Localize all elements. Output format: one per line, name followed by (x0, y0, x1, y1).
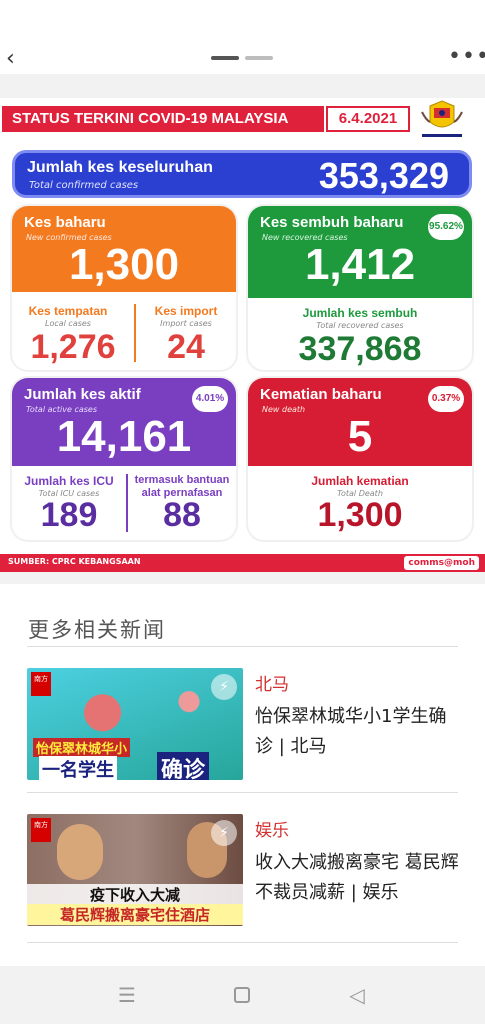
ventilator-value: 88 (163, 496, 201, 534)
thumbnail-caption-3: 确诊 (157, 752, 210, 780)
total-recovered-value: 337,868 (298, 330, 422, 368)
total-recovered-sublabel: Total recovered cases (316, 321, 404, 330)
person-photo-left (57, 824, 103, 880)
local-cases-label: Kes tempatan (28, 304, 108, 318)
page-indicator-active (211, 56, 239, 60)
deaths-header: Kematian baharu New death 0.37% 5 (248, 378, 472, 466)
import-cases-value: 24 (167, 328, 205, 366)
flash-icon: ⚡ (211, 674, 237, 700)
icu-label: Jumlah kes ICU (24, 474, 114, 488)
recovered-header: Kes sembuh baharu New recovered cases 95… (248, 206, 472, 298)
new-cases-header: Kes baharu New confirmed cases 1,300 (12, 206, 236, 292)
chevron-left-icon[interactable]: ‹ (6, 46, 22, 71)
related-news-section: 更多相关新闻 南方 ⚡ 怡保翠林城华小 一名学生 确诊 北马 怡保翠林城华小1学… (0, 584, 485, 966)
covid-infographic: STATUS TERKINI COVID-19 MALAYSIA 6.4.202… (0, 98, 485, 572)
news-category[interactable]: 娱乐 (255, 816, 289, 841)
active-cases-card: Jumlah kes aktif Total active cases 4.01… (12, 378, 236, 540)
deaths-pct-badge: 0.37% (428, 386, 464, 412)
total-cases-label: Jumlah kes keseluruhan (27, 159, 213, 176)
thumbnail-caption-1: 疫下收入大减 (27, 884, 243, 905)
nanfang-logo: 南方 (31, 818, 51, 842)
home-square-icon[interactable] (231, 984, 253, 1006)
item-divider (27, 942, 458, 943)
menu-icon[interactable]: ☰ (116, 984, 138, 1006)
crest-logo (416, 98, 468, 142)
recovered-value: 1,412 (304, 240, 416, 289)
icu-value: 189 (40, 496, 98, 534)
new-cases-card: Kes baharu New confirmed cases 1,300 Kes… (12, 206, 236, 370)
recovered-pct-badge: 95.62% (428, 214, 464, 240)
deaths-card: Kematian baharu New death 0.37% 5 Jumlah… (248, 378, 472, 540)
import-cases-label: Kes import (154, 304, 218, 318)
total-cases-banner: Jumlah kes keseluruhan Total confirmed c… (12, 150, 472, 198)
back-triangle-icon[interactable]: ◁ (346, 984, 368, 1006)
section-title: 更多相关新闻 (28, 618, 166, 642)
active-label: Jumlah kes aktif (24, 386, 141, 403)
item-divider (27, 792, 458, 793)
system-nav-bar: ☰ ◁ (0, 966, 485, 1024)
flash-icon: ⚡ (211, 820, 237, 846)
local-cases-value: 1,276 (30, 328, 116, 366)
total-recovered-label: Jumlah kes sembuh (302, 306, 418, 320)
section-divider (27, 646, 458, 647)
total-deaths-value: 1,300 (317, 496, 403, 534)
source-bar: SUMBER: CPRC KEBANGSAAN comms@moh (0, 554, 485, 572)
top-bar: ‹ ••• (0, 0, 485, 74)
ventilator-label-line1: termasuk bantuan (134, 474, 230, 486)
import-cases-sublabel: Import cases (160, 319, 212, 328)
nanfang-logo: 南方 (31, 672, 51, 696)
news-headline[interactable]: 收入大减搬离豪宅 葛民辉不裁员减薪 | 娱乐 (255, 848, 461, 908)
deaths-value: 5 (347, 412, 373, 461)
active-value: 14,161 (56, 412, 192, 461)
thumbnail-caption-2: 一名学生 (39, 756, 117, 780)
recovered-card: Kes sembuh baharu New recovered cases 95… (248, 206, 472, 370)
total-cases-sublabel: Total confirmed cases (29, 180, 139, 191)
source-text: SUMBER: CPRC KEBANGSAAN (8, 557, 141, 566)
thumbnail-caption-1: 怡保翠林城华小 (33, 738, 131, 757)
infographic-date: 6.4.2021 (326, 106, 410, 132)
recovered-label: Kes sembuh baharu (260, 214, 404, 231)
news-thumbnail[interactable]: 南方 ⚡ 疫下收入大减 葛民辉搬离豪宅住酒店 (27, 814, 243, 926)
news-item[interactable]: 南方 ⚡ 怡保翠林城华小 一名学生 确诊 北马 怡保翠林城华小1学生确诊 | 北… (27, 668, 458, 808)
news-category[interactable]: 北马 (255, 670, 289, 695)
source-handle: comms@moh (404, 556, 479, 570)
more-dots-icon[interactable]: ••• (448, 46, 485, 68)
deaths-label: Kematian baharu (260, 386, 382, 403)
news-item[interactable]: 南方 ⚡ 疫下收入大减 葛民辉搬离豪宅住酒店 娱乐 收入大减搬离豪宅 葛民辉不裁… (27, 814, 461, 954)
news-headline[interactable]: 怡保翠林城华小1学生确诊 | 北马 (255, 702, 461, 762)
page-indicator (211, 56, 273, 60)
total-deaths-label: Jumlah kematian (311, 474, 409, 488)
new-cases-value: 1,300 (68, 240, 180, 289)
page-indicator-inactive (245, 56, 273, 60)
new-cases-label: Kes baharu (24, 214, 106, 231)
active-pct-badge: 4.01% (192, 386, 228, 412)
thumbnail-caption-2: 葛民辉搬离豪宅住酒店 (27, 904, 243, 925)
total-cases-value: 353,329 (318, 155, 449, 196)
infographic-title: STATUS TERKINI COVID-19 MALAYSIA (2, 106, 324, 132)
active-header: Jumlah kes aktif Total active cases 4.01… (12, 378, 236, 466)
news-thumbnail[interactable]: 南方 ⚡ 怡保翠林城华小 一名学生 确诊 (27, 668, 243, 780)
local-cases-sublabel: Local cases (45, 319, 91, 328)
